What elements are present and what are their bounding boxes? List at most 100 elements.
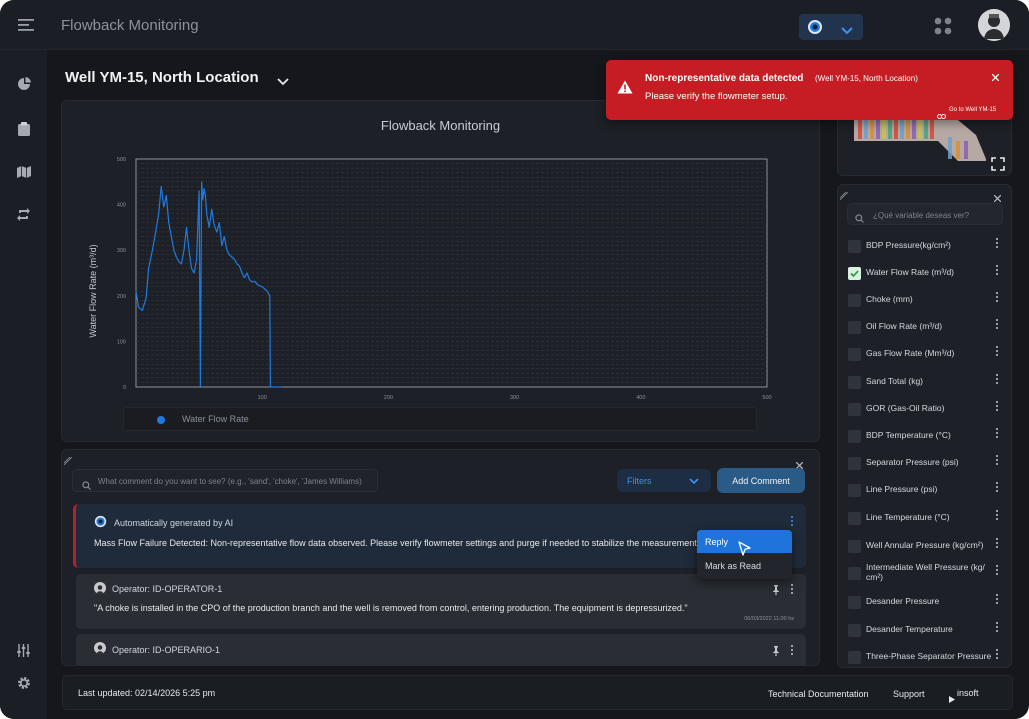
more-options-icon[interactable] bbox=[995, 649, 998, 661]
more-options-icon[interactable] bbox=[995, 594, 998, 606]
add-comment-button[interactable]: Add Comment bbox=[717, 468, 805, 493]
variable-checkbox[interactable] bbox=[848, 321, 861, 334]
variable-label: Intermediate Well Pressure (kg/ cm²) bbox=[866, 562, 985, 582]
variable-checkbox[interactable] bbox=[848, 348, 861, 361]
chevron-down-icon bbox=[689, 477, 699, 487]
more-options-icon[interactable] bbox=[995, 510, 998, 522]
mark-read-label: Mark as Read bbox=[705, 561, 762, 571]
support-link[interactable]: Support bbox=[893, 689, 925, 699]
pin-icon[interactable] bbox=[771, 582, 781, 600]
variable-label: BDP Pressure(kg/cm²) bbox=[866, 240, 951, 250]
variable-label: Oil Flow Rate (m³/d) bbox=[866, 321, 943, 331]
variable-checkbox[interactable] bbox=[848, 567, 861, 580]
comment-author: Automatically generated by AI bbox=[114, 518, 234, 528]
variable-label: Line Pressure (psi) bbox=[866, 484, 938, 494]
avatar bbox=[94, 582, 106, 594]
more-options-icon[interactable] bbox=[995, 319, 998, 331]
pin-icon[interactable] bbox=[771, 643, 781, 661]
comment-card[interactable]: Operator: ID-OPERATOR-1 "A choke is inst… bbox=[76, 574, 806, 629]
variable-label: Line Temperature (°C) bbox=[866, 512, 950, 522]
variable-row[interactable]: Separator Pressure (psi) bbox=[848, 453, 1008, 473]
variable-row[interactable]: Desander Temperature bbox=[848, 620, 1008, 640]
comment-search-placeholder: What comment do you want to see? (e.g., … bbox=[98, 477, 362, 486]
resize-handle-icon[interactable] bbox=[63, 452, 73, 470]
variable-label: Water Flow Rate (m³/d) bbox=[866, 267, 955, 277]
variable-row[interactable]: Desander Pressure bbox=[848, 592, 1008, 612]
variable-label: Desander Temperature bbox=[866, 624, 953, 634]
variable-checkbox[interactable] bbox=[848, 294, 861, 307]
variable-checkbox[interactable] bbox=[848, 484, 861, 497]
more-options-icon[interactable] bbox=[995, 374, 998, 386]
ai-logo-icon bbox=[94, 515, 107, 533]
variable-row[interactable]: BDP Temperature (°C) bbox=[848, 426, 1008, 446]
variable-checkbox[interactable] bbox=[848, 457, 861, 470]
variable-checkbox[interactable] bbox=[848, 651, 861, 664]
more-options-icon[interactable] bbox=[790, 645, 793, 657]
add-comment-label: Add Comment bbox=[732, 475, 790, 486]
avatar bbox=[94, 642, 106, 654]
variable-row[interactable]: Choke (mm) bbox=[848, 290, 1008, 310]
comment-search-input[interactable]: What comment do you want to see? (e.g., … bbox=[72, 469, 378, 492]
go-to-well-label: Go to Well YM-15 bbox=[949, 107, 997, 113]
more-options-icon[interactable] bbox=[995, 265, 998, 277]
variable-row[interactable]: Line Temperature (°C) bbox=[848, 508, 1008, 528]
alert-context: (Well YM-15, North Location) bbox=[815, 74, 918, 83]
link-icon bbox=[937, 107, 946, 125]
variable-checkbox[interactable] bbox=[848, 624, 861, 637]
variable-checkbox[interactable] bbox=[848, 512, 861, 525]
more-options-icon[interactable] bbox=[790, 584, 793, 596]
variable-row[interactable]: Oil Flow Rate (m³/d) bbox=[848, 317, 1008, 337]
last-updated: Last updated: 02/14/2026 5:25 pm bbox=[78, 688, 216, 698]
variable-row[interactable]: BDP Pressure(kg/cm²) bbox=[848, 236, 1008, 256]
brand-name: insoft bbox=[957, 688, 979, 698]
close-icon[interactable] bbox=[991, 68, 1000, 86]
variable-label: BDP Temperature (°C) bbox=[866, 430, 951, 440]
more-options-icon[interactable] bbox=[995, 622, 998, 634]
comment-text: "A choke is installed in the CPO of the … bbox=[94, 603, 688, 613]
warning-icon bbox=[617, 80, 633, 99]
more-options-icon[interactable] bbox=[995, 455, 998, 467]
variable-row[interactable]: Water Flow Rate (m³/d) bbox=[848, 263, 1008, 283]
comment-author: Operator: ID-OPERATOR-1 bbox=[112, 584, 223, 594]
more-options-icon[interactable] bbox=[995, 346, 998, 358]
variable-row[interactable]: Intermediate Well Pressure (kg/ cm²) bbox=[848, 562, 1008, 583]
more-options-icon[interactable] bbox=[995, 538, 998, 550]
variable-row[interactable]: Line Pressure (psi) bbox=[848, 480, 1008, 500]
variable-label: Desander Pressure bbox=[866, 596, 940, 606]
variable-label: GOR (Gas-Oil Ratio) bbox=[866, 403, 945, 413]
variable-label: Separator Pressure (psi) bbox=[866, 457, 959, 467]
technical-documentation-link[interactable]: Technical Documentation bbox=[768, 689, 869, 699]
variable-row[interactable]: GOR (Gas-Oil Ratio) bbox=[848, 399, 1008, 419]
variable-label: Sand Total (kg) bbox=[866, 376, 924, 386]
variable-checkbox[interactable] bbox=[848, 403, 861, 416]
variable-checkbox[interactable] bbox=[848, 540, 861, 553]
variable-label: Well Annular Pressure (kg/cm²) bbox=[866, 540, 984, 550]
comment-card[interactable]: Operator: ID-OPERARIO-1 bbox=[76, 634, 806, 665]
more-options-icon[interactable] bbox=[995, 565, 998, 577]
more-options-icon[interactable] bbox=[995, 238, 998, 250]
alert-title: Non-representative data detected bbox=[645, 73, 804, 84]
variable-checkbox[interactable] bbox=[848, 376, 861, 389]
more-options-icon[interactable] bbox=[995, 482, 998, 494]
more-options-icon[interactable] bbox=[790, 516, 793, 528]
reply-label: Reply bbox=[705, 537, 729, 547]
footer: Last updated: 02/14/2026 5:25 pm Technic… bbox=[62, 675, 1013, 710]
filters-dropdown[interactable]: Filters bbox=[617, 469, 711, 492]
variable-checkbox[interactable] bbox=[848, 267, 861, 280]
comment-author: Operator: ID-OPERARIO-1 bbox=[112, 645, 221, 655]
comment-text: Mass Flow Failure Detected: Non-represen… bbox=[94, 538, 698, 548]
variable-row[interactable]: Gas Flow Rate (Mm³/d) bbox=[848, 344, 1008, 364]
variable-row[interactable]: Three-Phase Separator Pressure bbox=[848, 647, 1008, 666]
gear-icon[interactable] bbox=[15, 674, 32, 691]
variable-checkbox[interactable] bbox=[848, 240, 861, 253]
variable-label: Three-Phase Separator Pressure bbox=[866, 651, 992, 661]
more-options-icon[interactable] bbox=[995, 428, 998, 440]
more-options-icon[interactable] bbox=[995, 292, 998, 304]
variable-label: Choke (mm) bbox=[866, 294, 913, 304]
variable-row[interactable]: Well Annular Pressure (kg/cm²) bbox=[848, 536, 1008, 556]
variable-checkbox[interactable] bbox=[848, 430, 861, 443]
more-options-icon[interactable] bbox=[995, 401, 998, 413]
variable-checkbox[interactable] bbox=[848, 596, 861, 609]
mouse-cursor-icon bbox=[738, 541, 752, 562]
variable-row[interactable]: Sand Total (kg) bbox=[848, 372, 1008, 392]
